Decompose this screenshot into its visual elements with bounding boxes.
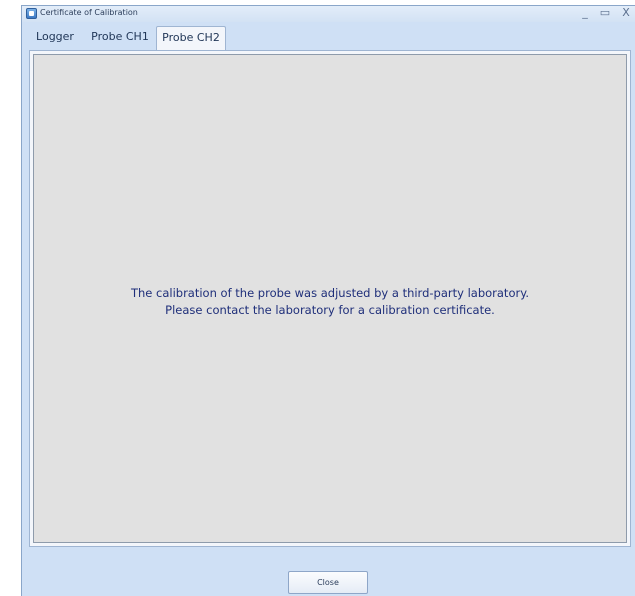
message-line-1: The calibration of the probe was adjuste…	[130, 286, 530, 300]
message-line-2: Please contact the laboratory for a cali…	[165, 303, 495, 317]
message-area: The calibration of the probe was adjuste…	[33, 54, 627, 543]
window-title: Certificate of Calibration	[40, 8, 138, 17]
tab-content-panel: The calibration of the probe was adjuste…	[29, 50, 631, 547]
close-window-button[interactable]: X	[619, 7, 633, 21]
certificate-window: Certificate of Calibration _ ▭ X Logger …	[21, 5, 635, 596]
tab-probe-ch2[interactable]: Probe CH2	[156, 26, 226, 51]
tab-probe-ch1[interactable]: Probe CH1	[85, 26, 155, 50]
calibration-message: The calibration of the probe was adjuste…	[34, 285, 626, 319]
tab-logger[interactable]: Logger	[30, 26, 80, 50]
close-button[interactable]: Close	[288, 571, 368, 594]
tab-bar: Logger Probe CH1 Probe CH2	[22, 22, 635, 51]
minimize-button[interactable]: _	[578, 7, 592, 21]
title-bar: Certificate of Calibration _ ▭ X	[22, 6, 635, 22]
app-icon	[26, 8, 37, 19]
maximize-button[interactable]: ▭	[598, 7, 612, 21]
